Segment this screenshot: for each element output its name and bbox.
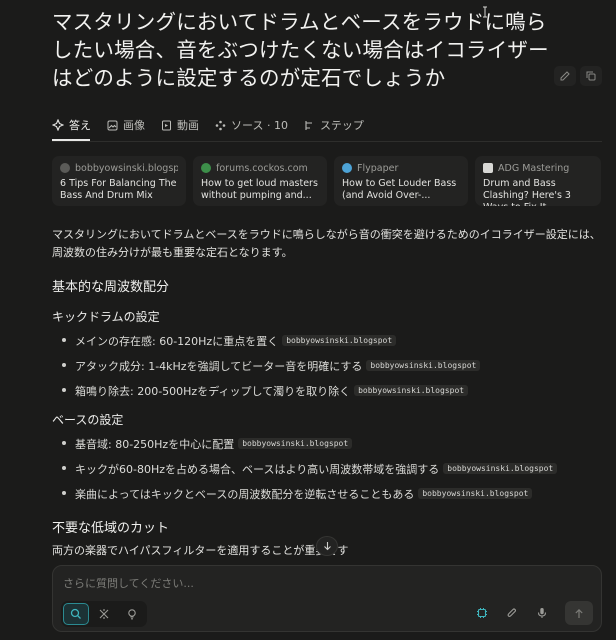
favicon-icon — [60, 163, 70, 173]
section-heading: 不要な低域のカット — [52, 521, 170, 536]
tab-images[interactable]: 画像 — [107, 112, 145, 138]
microphone-icon — [537, 608, 547, 618]
source-card-4[interactable]: ADG Mastering Drum and Bass Clashing? He… — [475, 156, 601, 206]
citation-badge[interactable]: bobbyowsinski.blogspot — [354, 385, 469, 396]
search-mode-group — [61, 601, 147, 627]
list-item: キックが60-80Hzを占める場合、ベースはより高い周波数帯域を強調する bobb… — [52, 456, 602, 481]
search-icon — [70, 608, 81, 619]
list-item: 楽曲によってはキックとベースの周波数配分を逆転させることもある bobbyowsi… — [52, 481, 602, 506]
list-item-text: 箱鳴り除去: 200-500Hzをディップして濁りを取り除く — [75, 384, 351, 398]
subsection-heading: ベースの設定 — [52, 413, 124, 427]
edit-icon — [560, 71, 570, 81]
tab-sources[interactable]: ソース · 10 — [215, 112, 288, 138]
followup-input[interactable] — [63, 574, 583, 592]
voice-input-button[interactable] — [529, 601, 555, 625]
search-mode-button[interactable] — [63, 603, 89, 625]
steps-icon — [305, 120, 312, 130]
favicon-icon — [201, 163, 211, 173]
list-item-text: アタック成分: 1-4kHzを強調してビーター音を明確にする — [75, 359, 363, 373]
tab-images-label: 画像 — [123, 119, 145, 132]
arrow-down-icon — [323, 542, 331, 551]
tab-steps[interactable]: ステップ — [304, 112, 364, 138]
ask-followup-composer — [52, 565, 602, 632]
tab-answer-label: 答え — [69, 119, 91, 132]
research-icon — [99, 609, 109, 619]
favicon-icon — [342, 163, 352, 173]
source-title: 6 Tips For Balancing The Bass And Drum M… — [60, 178, 177, 201]
sources-icon — [215, 120, 226, 130]
answer-intro: マスタリングにおいてドラムとベースをラウドに鳴らしながら音の衝突を避けるためのイ… — [52, 228, 601, 259]
answer-icon — [52, 119, 64, 131]
video-icon — [162, 120, 171, 130]
list-item-text: 基音域: 80-250Hzを中心に配置 — [75, 437, 235, 451]
answer-body: マスタリングにおいてドラムとベースをラウドに鳴らしながら音の衝突を避けるためのイ… — [52, 226, 602, 560]
favicon-icon — [483, 163, 493, 173]
image-icon — [107, 120, 118, 130]
result-tabs: 答え 画像 動画 ソース · 10 ステップ — [52, 112, 364, 138]
source-title: Drum and Bass Clashing? Here's 3 Ways to… — [483, 178, 571, 206]
model-select-button[interactable] — [469, 601, 495, 625]
list-item: 基音域: 80-250Hzを中心に配置 bobbyowsinski.blogspo… — [52, 431, 602, 456]
list-item-text: 楽曲によってはキックとベースの周波数配分を逆転させることもある — [75, 487, 415, 501]
attach-button[interactable] — [499, 601, 525, 625]
citation-badge[interactable]: bobbyowsinski.blogspot — [238, 438, 353, 449]
source-cards: bobbyowsinski.blogsp... 6 Tips For Balan… — [52, 156, 601, 206]
edit-question-button[interactable] — [554, 66, 576, 86]
source-card-1[interactable]: bobbyowsinski.blogsp... 6 Tips For Balan… — [52, 156, 186, 206]
research-mode-button[interactable] — [91, 603, 117, 625]
source-card-3[interactable]: Flypaper How to Get Louder Bass (and Avo… — [334, 156, 468, 206]
source-title: How to get loud masters without pumping … — [201, 178, 318, 201]
copy-question-button[interactable] — [580, 66, 602, 86]
kick-list: メインの存在感: 60-120Hzに重点を置く bobbyowsinski.blo… — [52, 328, 602, 403]
copy-icon — [586, 71, 596, 81]
list-item: メインの存在感: 60-120Hzに重点を置く bobbyowsinski.blo… — [52, 328, 602, 353]
question-title: マスタリングにおいてドラムとベースをラウドに鳴らしたい場合、音をぶつけたくない場… — [52, 10, 549, 90]
question-actions — [554, 66, 602, 86]
scroll-down-button[interactable] — [316, 536, 338, 556]
submit-button[interactable] — [565, 601, 593, 625]
chip-icon — [477, 608, 487, 618]
tab-steps-label: ステップ — [319, 119, 364, 132]
bass-list: 基音域: 80-250Hzを中心に配置 bobbyowsinski.blogspo… — [52, 431, 602, 506]
citation-badge[interactable]: bobbyowsinski.blogspot — [282, 335, 397, 346]
tab-videos[interactable]: 動画 — [161, 112, 199, 138]
list-item-text: キックが60-80Hzを占める場合、ベースはより高い周波数帯域を強調する — [75, 462, 440, 476]
labs-mode-button[interactable] — [119, 603, 145, 625]
source-site: ADG Mastering — [498, 162, 570, 174]
source-card-2[interactable]: forums.cockos.com How to get loud master… — [193, 156, 327, 206]
citation-badge[interactable]: bobbyowsinski.blogspot — [418, 488, 533, 499]
tabs-divider — [52, 141, 602, 142]
tab-videos-label: 動画 — [177, 119, 199, 132]
citation-badge[interactable]: bobbyowsinski.blogspot — [443, 463, 558, 474]
page: マスタリングにおいてドラムとベースをラウドに鳴らしたい場合、音をぶつけたくない場… — [0, 0, 616, 640]
subsection-heading: キックドラムの設定 — [52, 310, 160, 324]
source-site: Flypaper — [357, 162, 399, 174]
source-site: forums.cockos.com — [216, 162, 308, 174]
text-cursor-icon — [483, 6, 487, 18]
source-title: How to Get Louder Bass (and Avoid Over-.… — [342, 178, 457, 201]
list-item: 箱鳴り除去: 200-500Hzをディップして濁りを取り除く bobbyowsin… — [52, 378, 602, 403]
arrow-up-icon — [575, 608, 583, 618]
list-item-text: メインの存在感: 60-120Hzに重点を置く — [75, 334, 279, 348]
section-heading: 基本的な周波数配分 — [52, 280, 170, 295]
composer-tools — [469, 601, 593, 625]
paperclip-icon — [507, 608, 517, 617]
lightbulb-icon — [128, 609, 136, 620]
tab-sources-label: ソース · 10 — [231, 119, 288, 132]
citation-badge[interactable]: bobbyowsinski.blogspot — [366, 360, 481, 371]
tab-answer[interactable]: 答え — [52, 112, 91, 138]
list-item: アタック成分: 1-4kHzを強調してビーター音を明確にする bobbyowsin… — [52, 353, 602, 378]
source-site: bobbyowsinski.blogsp... — [75, 162, 178, 174]
